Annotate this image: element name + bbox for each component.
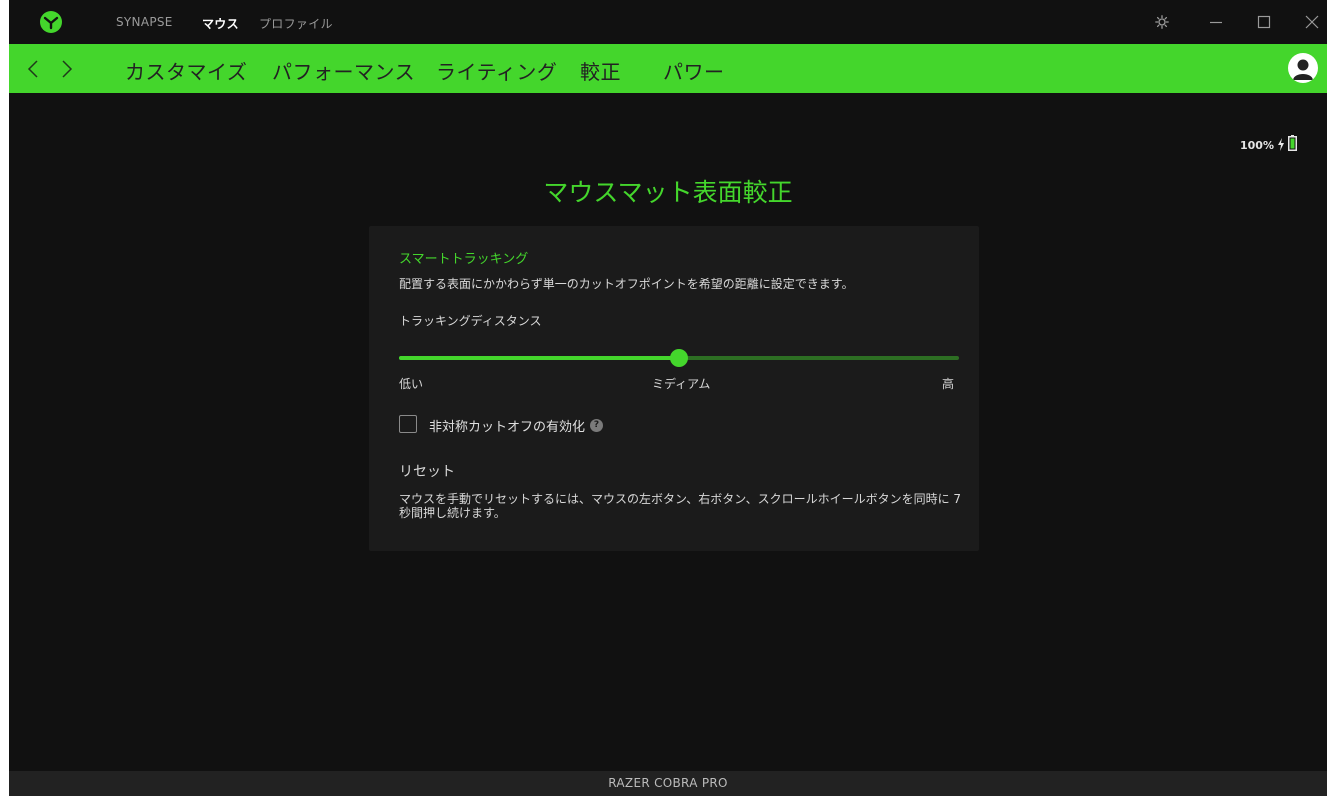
tab-power[interactable]: パワー xyxy=(663,56,725,85)
razer-logo-icon[interactable] xyxy=(39,10,63,34)
settings-gear-icon[interactable] xyxy=(1151,12,1173,32)
slider-mid-label: ミディアム xyxy=(652,377,711,391)
page-title: マウスマット表面較正 xyxy=(543,178,793,207)
tab-profile[interactable]: プロファイル xyxy=(259,15,333,32)
slider-fill xyxy=(399,356,679,360)
reset-description: マウスを手動でリセットするには、マウスの左ボタン、右ボタン、スクロールホイールボ… xyxy=(399,492,962,520)
battery-status: 100% xyxy=(1240,135,1297,155)
close-icon[interactable] xyxy=(1301,12,1323,32)
nav-bar: カスタマイズ パフォーマンス ライティング 較正 パワー xyxy=(9,44,1327,93)
charging-bolt-icon xyxy=(1277,136,1285,155)
razer-synapse-window: SYNAPSE マウス プロファイル カスタマイズ パフォーマンス ライティング… xyxy=(9,0,1327,796)
slider-max-label: 高 xyxy=(942,377,955,391)
slider-thumb[interactable] xyxy=(670,349,688,367)
help-icon[interactable]: ? xyxy=(590,419,603,432)
back-arrow-icon[interactable] xyxy=(23,58,43,80)
tab-mouse[interactable]: マウス xyxy=(202,15,239,32)
minimize-icon[interactable] xyxy=(1205,12,1227,32)
tracking-distance-label: トラッキングディスタンス xyxy=(399,314,542,328)
asymmetric-cutoff-label[interactable]: 非対称カットオフの有効化 xyxy=(429,416,585,435)
device-name-footer: RAZER COBRA PRO xyxy=(9,771,1327,796)
user-avatar-icon[interactable] xyxy=(1288,53,1318,83)
tab-calibration[interactable]: 較正 xyxy=(580,56,621,85)
forward-arrow-icon[interactable] xyxy=(57,58,77,80)
maximize-icon[interactable] xyxy=(1253,12,1275,32)
calibration-card: スマートトラッキング 配置する表面にかかわらず単一のカットオフポイントを希望の距… xyxy=(369,226,979,551)
smart-tracking-description: 配置する表面にかかわらず単一のカットオフポイントを希望の距離に設定できます。 xyxy=(399,277,854,291)
title-bar: SYNAPSE マウス プロファイル xyxy=(9,0,1327,44)
reset-heading: リセット xyxy=(399,464,455,480)
tab-customize[interactable]: カスタマイズ xyxy=(125,56,247,85)
slider-min-label: 低い xyxy=(399,377,424,391)
tab-synapse[interactable]: SYNAPSE xyxy=(116,15,173,29)
asymmetric-cutoff-checkbox[interactable] xyxy=(399,415,417,433)
tab-lighting[interactable]: ライティング xyxy=(436,56,557,85)
smart-tracking-heading: スマートトラッキング xyxy=(399,252,529,267)
tab-performance[interactable]: パフォーマンス xyxy=(272,56,415,85)
battery-icon xyxy=(1287,135,1297,155)
tracking-distance-slider[interactable] xyxy=(399,349,959,367)
battery-level: 100% xyxy=(1240,138,1274,152)
